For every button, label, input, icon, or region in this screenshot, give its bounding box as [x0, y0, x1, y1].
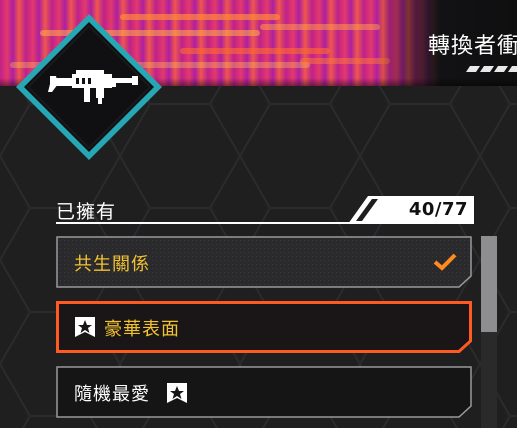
weapon-emblem: [16, 14, 162, 160]
title-underline-dashes: [466, 66, 517, 72]
star-badge-icon: [75, 317, 95, 337]
star-badge-icon: [167, 383, 187, 403]
owned-count: 40/77: [408, 199, 468, 220]
page-title: 轉換者衝: [428, 34, 517, 59]
check-icon: [433, 253, 457, 271]
owned-underline: [56, 222, 360, 224]
list-item-random-favorite[interactable]: 隨機最愛: [56, 366, 472, 418]
scrollbar-thumb[interactable]: [481, 236, 497, 332]
list-item-label: 隨機最愛: [74, 384, 150, 405]
owned-label: 已擁有: [56, 201, 117, 223]
list-item-luxury-skin[interactable]: 豪華表面: [56, 301, 472, 353]
list-item-symbiosis[interactable]: 共生關係: [56, 236, 472, 288]
list-item-label: 豪華表面: [104, 319, 180, 340]
list-item-label: 共生關係: [74, 254, 150, 275]
